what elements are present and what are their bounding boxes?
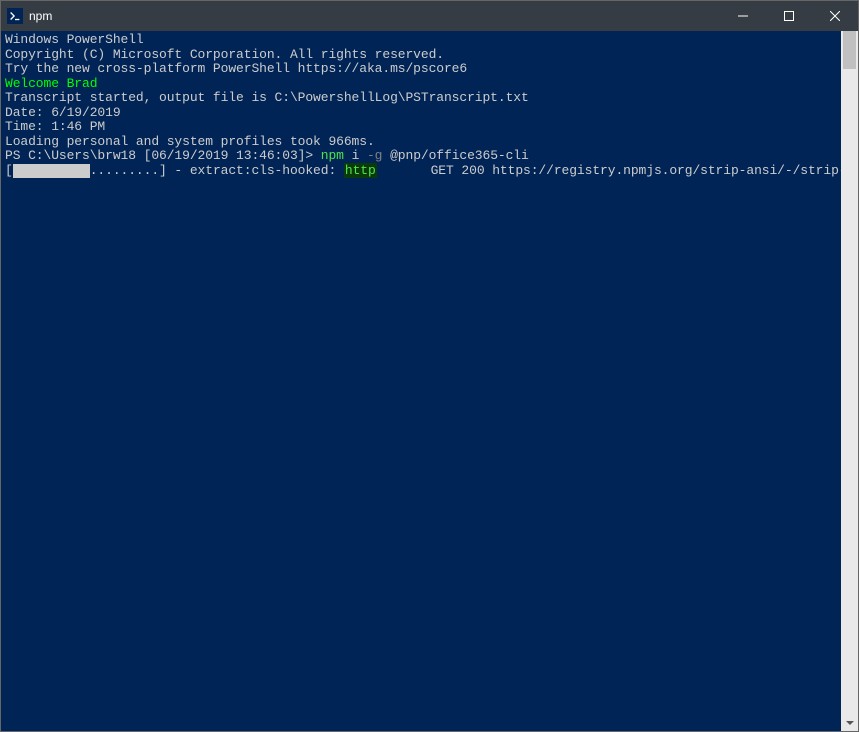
welcome-message: Welcome Brad: [5, 77, 837, 92]
progress-remaining: .........: [90, 163, 159, 178]
command-args: i: [344, 148, 367, 163]
terminal-line: Date: 6/19/2019: [5, 106, 837, 121]
progress-fill: [13, 164, 90, 179]
powershell-icon: [7, 8, 23, 24]
minimize-button[interactable]: [720, 1, 766, 31]
terminal-line: Windows PowerShell: [5, 33, 837, 48]
http-method: http: [344, 163, 377, 178]
progress-spacer: [377, 163, 431, 178]
window-frame: npm Windows PowerShellCopyright (C) Micr…: [0, 0, 859, 732]
terminal-output[interactable]: Windows PowerShellCopyright (C) Microsof…: [1, 31, 841, 731]
terminal-line: Try the new cross-platform PowerShell ht…: [5, 62, 837, 77]
window-title: npm: [29, 9, 52, 23]
scrollbar-down-icon[interactable]: [841, 714, 858, 731]
command-name: npm: [321, 148, 344, 163]
terminal-line: Copyright (C) Microsoft Corporation. All…: [5, 48, 837, 63]
prompt-prefix: PS C:\Users\brw18 [06/19/2019 13:46:03]>: [5, 148, 321, 163]
maximize-button[interactable]: [766, 1, 812, 31]
http-response: GET 200 https://registry.npmjs.org/strip…: [431, 163, 841, 178]
command-flag: -g: [367, 148, 382, 163]
progress-label: ] - extract:cls-hooked:: [159, 163, 344, 178]
terminal-line: Time: 1:46 PM: [5, 120, 837, 135]
progress-line: [ .........] - extract:cls-hooked: http …: [5, 164, 837, 179]
scrollbar-thumb[interactable]: [843, 31, 856, 69]
close-button[interactable]: [812, 1, 858, 31]
terminal-line: Loading personal and system profiles too…: [5, 135, 837, 150]
titlebar[interactable]: npm: [1, 1, 858, 31]
bracket-open: [: [5, 163, 13, 178]
vertical-scrollbar[interactable]: [841, 31, 858, 731]
prompt-line: PS C:\Users\brw18 [06/19/2019 13:46:03]>…: [5, 149, 837, 164]
window-controls: [720, 1, 858, 31]
terminal-container: Windows PowerShellCopyright (C) Microsof…: [1, 31, 858, 731]
command-package: @pnp/office365-cli: [382, 148, 528, 163]
terminal-line: Transcript started, output file is C:\Po…: [5, 91, 837, 106]
